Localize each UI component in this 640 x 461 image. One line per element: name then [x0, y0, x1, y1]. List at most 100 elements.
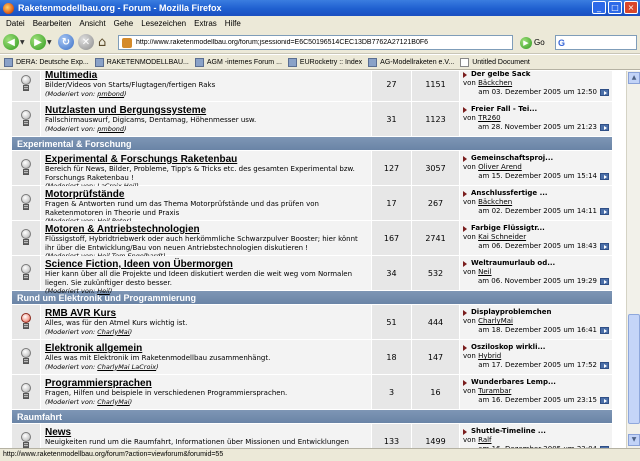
- last-post-date: am 02. Dezember 2005 um 14:11: [463, 207, 609, 216]
- no-new-posts-bulb-icon: [20, 75, 32, 93]
- bookmark-item[interactable]: AGM -internes Forum ...: [194, 57, 282, 67]
- last-post-author: von CharlyMai: [463, 317, 513, 325]
- last-post-user-link[interactable]: Hybrid: [478, 352, 501, 360]
- forum-status-cell: [12, 186, 41, 220]
- arrow-icon: [463, 379, 467, 386]
- forum-title-link[interactable]: News: [45, 427, 367, 438]
- bookmark-item[interactable]: Untitled Document: [460, 57, 530, 67]
- forum-row: RMB AVR Kurs Alles, was für den Atmel Ku…: [12, 305, 612, 340]
- moderator-link[interactable]: pmbond: [97, 90, 124, 98]
- back-button[interactable]: ◀ ▼: [3, 33, 25, 51]
- topic-count: 3: [372, 375, 412, 409]
- last-post-title[interactable]: Farbige Flüssigtr...: [463, 224, 609, 233]
- last-post-title[interactable]: Shuttle-Timeline ...: [463, 427, 609, 436]
- menu-bearbeiten[interactable]: Bearbeiten: [29, 19, 76, 28]
- reload-button[interactable]: ↻: [58, 33, 74, 51]
- menu-lesezeichen[interactable]: Lesezeichen: [137, 19, 190, 28]
- home-button[interactable]: ⌂: [98, 33, 106, 51]
- menu-datei[interactable]: Datei: [2, 19, 29, 28]
- topic-count: 18: [372, 340, 412, 374]
- forum-title-link[interactable]: Elektronik allgemein: [45, 343, 367, 354]
- post-count: 1123: [412, 102, 460, 136]
- last-post-user-link[interactable]: Bäckchen: [478, 79, 512, 87]
- address-bar[interactable]: [118, 35, 513, 50]
- close-button[interactable]: ×: [624, 1, 638, 14]
- moderator-link[interactable]: pmbond: [97, 125, 124, 133]
- bookmark-item[interactable]: EURocketry :: Index: [287, 57, 362, 67]
- forum-title-link[interactable]: Experimental & Forschungs Raketenbau: [45, 154, 367, 165]
- bookmark-item[interactable]: AG-Modellraketen e.V...: [368, 57, 454, 67]
- last-post-user-link[interactable]: Turambar: [478, 387, 511, 395]
- goto-post-icon[interactable]: [600, 173, 609, 180]
- menu-gehe[interactable]: Gehe: [110, 19, 138, 28]
- stop-button[interactable]: ✕: [78, 33, 94, 51]
- post-count: 444: [412, 305, 460, 339]
- last-post-user-link[interactable]: CharlyMai: [478, 317, 513, 325]
- post-count: 3057: [412, 151, 460, 185]
- no-new-posts-bulb-icon: [20, 159, 32, 177]
- forum-title-link[interactable]: Programmiersprachen: [45, 378, 367, 389]
- scroll-down-icon[interactable]: ▼: [628, 434, 640, 446]
- goto-post-icon[interactable]: [600, 243, 609, 250]
- arrow-icon: [463, 71, 467, 78]
- goto-post-icon[interactable]: [600, 327, 609, 334]
- title-bar: Raketenmodellbau.org - Forum - Mozilla F…: [0, 0, 640, 16]
- last-post-title[interactable]: Der gelbe Sack: [463, 71, 609, 79]
- last-post-title[interactable]: Gemeinschaftsproj...: [463, 154, 609, 163]
- last-post-user-link[interactable]: Kai Schneider: [478, 233, 526, 241]
- moderator-link[interactable]: CharlyMai: [97, 398, 129, 406]
- moderator-link[interactable]: CharlyMai: [97, 328, 129, 336]
- moderator-link[interactable]: CharlyMai LaCroix: [97, 363, 156, 371]
- goto-post-icon[interactable]: [600, 208, 609, 215]
- menu-ansicht[interactable]: Ansicht: [75, 19, 109, 28]
- forum-title-link[interactable]: Multimedia: [45, 71, 367, 81]
- no-new-posts-bulb-icon: [20, 383, 32, 401]
- topic-count: 51: [372, 305, 412, 339]
- moderator-link[interactable]: Heil: [97, 287, 110, 295]
- bookmark-item[interactable]: RAKETENMODELLBAU...: [94, 57, 189, 67]
- goto-post-icon[interactable]: [600, 362, 609, 369]
- last-post-user-link[interactable]: Oliver Arend: [478, 163, 522, 171]
- forum-title-link[interactable]: Motoren & Antriebstechnologien: [45, 224, 367, 235]
- goto-post-icon[interactable]: [600, 124, 609, 131]
- last-post-title[interactable]: Wunderbares Lemp...: [463, 378, 609, 387]
- topic-count: 34: [372, 256, 412, 290]
- forum-title-link[interactable]: Science Fiction, Ideen von Übermorgen: [45, 259, 367, 270]
- last-post-title[interactable]: Anschlussfertige ...: [463, 189, 609, 198]
- forum-title-link[interactable]: RMB AVR Kurs: [45, 308, 367, 319]
- category-header[interactable]: Experimental & Forschung: [12, 137, 612, 151]
- vertical-scrollbar[interactable]: ▲ ▼: [626, 71, 640, 448]
- go-button[interactable]: ▶ Go: [520, 35, 545, 50]
- last-post-user-link[interactable]: Neil: [478, 268, 491, 276]
- forward-button[interactable]: ▶ ▼: [30, 33, 52, 51]
- goto-post-icon[interactable]: [600, 278, 609, 285]
- last-post-user-link[interactable]: Bäckchen: [478, 198, 512, 206]
- arrow-icon: [463, 428, 467, 435]
- maximize-button[interactable]: □: [608, 1, 622, 14]
- last-post-cell: Farbige Flüssigtr... von Kai Schneider a…: [460, 221, 612, 255]
- menu-hilfe[interactable]: Hilfe: [221, 19, 245, 28]
- topic-count: 17: [372, 186, 412, 220]
- menu-extras[interactable]: Extras: [190, 19, 221, 28]
- last-post-title[interactable]: Osziloskop wirkli...: [463, 343, 609, 352]
- scroll-thumb[interactable]: [628, 314, 640, 424]
- document-icon: [460, 57, 470, 67]
- forum-title-link[interactable]: Motorprüfstände: [45, 189, 367, 200]
- bookmark-item[interactable]: DERA: Deutsche Exp...: [4, 57, 89, 67]
- goto-post-icon[interactable]: [600, 89, 609, 96]
- forum-status-cell: [12, 71, 41, 101]
- post-count: 1151: [412, 71, 460, 101]
- minimize-button[interactable]: _: [592, 1, 606, 14]
- forum-title-link[interactable]: Nutzlasten und Bergungssysteme: [45, 105, 367, 116]
- last-post-user-link[interactable]: Ralf: [478, 436, 491, 444]
- no-new-posts-bulb-icon: [20, 110, 32, 128]
- last-post-user-link[interactable]: TR260: [478, 114, 501, 122]
- goto-post-icon[interactable]: [600, 397, 609, 404]
- search-box[interactable]: G: [555, 35, 637, 50]
- scroll-up-icon[interactable]: ▲: [628, 72, 640, 84]
- last-post-title[interactable]: Displayproblemchen: [463, 308, 609, 317]
- last-post-title[interactable]: Weltraumurlaub od...: [463, 259, 609, 268]
- url-input[interactable]: [136, 39, 506, 46]
- last-post-title[interactable]: Freier Fall - Tei...: [463, 105, 609, 114]
- category-header[interactable]: Raumfahrt: [12, 410, 612, 424]
